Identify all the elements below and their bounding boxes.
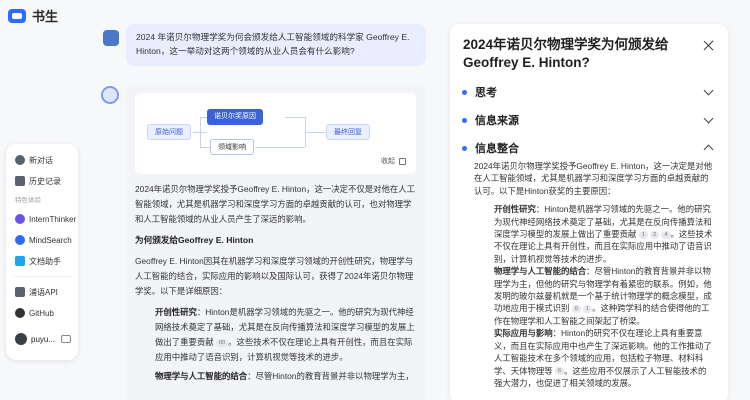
logo-icon [8,8,26,23]
nav-github-label: GitHub [29,308,54,318]
nav-mind-search[interactable]: MindSearch [11,230,73,250]
citation-badge[interactable]: 4 [661,230,671,239]
collapse-label: 收起 [381,158,395,165]
avatar [15,333,27,345]
nav-history-label: 历史记录 [29,176,61,186]
section-integrate-label: 信息整合 [475,143,519,155]
panel-title: 2024年诺贝尔物理学奖为何颁发给Geoffrey E. Hinton? [463,37,669,70]
nav-mind-search-label: MindSearch [29,235,72,245]
mindmap-connector [255,147,305,148]
mindmap: 原始问题 诺贝尔奖原因 领域影响 最终回复 收起 [135,93,416,174]
app-name: 书生 [32,9,59,24]
integration-content: 2024年诺贝尔物理学奖授予Geoffrey E. Hinton，这一决定是对他… [474,160,714,389]
nav-new-chat[interactable]: 新对话 [11,150,73,170]
fullscreen-icon[interactable] [399,157,406,165]
history-icon [15,176,25,186]
user-name: puyu... [31,334,56,344]
mindmap-connector [285,117,305,118]
mindmap-node-reason[interactable]: 诺贝尔奖原因 [207,109,263,125]
citation-badge[interactable]: 1 [638,230,648,239]
mindmap-connector [200,147,210,148]
nav-section-label: 特色体验 [15,197,41,204]
nav-intern-thinker[interactable]: InternThinker [11,209,77,229]
chevron-down-icon[interactable] [703,85,714,95]
user-message: 2024 年诺贝尔物理学奖为何会颁发给人工智能领域的科学家 Geoffrey E… [126,24,426,66]
citation-badge[interactable]: 1 [583,305,593,314]
side-nav: 新对话 历史记录 特色体验 InternThinker MindSearch 文… [6,144,78,360]
answer-intro: 2024年诺贝尔物理学奖授予Geoffrey E. Hinton，这一决定不仅是… [135,184,415,224]
point-title: 开创性研究 [494,204,536,215]
bullet-dot [462,89,467,95]
mindmap-connector [200,117,207,118]
chevron-down-icon[interactable] [703,113,714,123]
mindmap-node-final[interactable]: 最终回复 [326,124,370,140]
nav-divider [13,276,71,277]
chat-bubble-icon [15,155,25,165]
bullet-dot [462,117,467,123]
mindmap-node-root[interactable]: 原始问题 [147,124,191,140]
point-title: 物理学与人工智能的结合 [494,266,587,277]
nav-api[interactable]: 浦语API [11,282,73,302]
github-icon [15,308,25,318]
detail-panel: 2024年诺贝尔物理学奖为何颁发给Geoffrey E. Hinton? 思考 … [450,24,728,400]
mind-search-icon [15,235,25,245]
nav-user[interactable]: puyu... [11,329,73,349]
point-title: 实际应用与影响 [494,328,553,339]
section-integrate[interactable]: 信息整合 [462,138,716,158]
user-avatar [103,30,119,46]
section-source[interactable]: 信息来源 [462,110,716,130]
api-icon [15,287,25,297]
nav-doc-assistant[interactable]: 文档助手 [11,251,73,271]
answer-point: 物理学与人工智能的结合：尽管Hinton的教育背景并非以物理学为主， [135,369,417,384]
citation-badge[interactable]: 6 [554,367,565,376]
mindmap-collapse-button[interactable]: 收起 [381,156,406,166]
bullet-dot [462,145,467,151]
point-title: 开创性研究 [155,307,197,317]
citation-badge[interactable]: 2 [650,230,660,239]
nav-new-chat-label: 新对话 [29,155,53,165]
mindmap-connector [200,117,201,147]
point-title: 物理学与人工智能的结合 [155,371,248,381]
intern-thinker-icon [15,214,25,224]
section-think[interactable]: 思考 [462,82,716,102]
nav-intern-thinker-label: InternThinker [29,214,77,224]
ai-answer: 2024年诺贝尔物理学奖授予Geoffrey E. Hinton，这一决定不仅是… [135,182,417,384]
integration-intro: 2024年诺贝尔物理学奖授予Geoffrey E. Hinton，这一决定是对他… [474,161,713,196]
section-source-label: 信息来源 [475,115,519,127]
app-logo[interactable]: 书生 [8,6,58,25]
document-icon [15,256,25,266]
close-icon[interactable] [703,40,714,51]
ai-avatar [101,86,119,104]
nav-history[interactable]: 历史记录 [11,171,73,191]
section-think-label: 思考 [475,87,497,99]
mindmap-node-impact[interactable]: 领域影响 [210,139,254,155]
citation-badge[interactable]: 00 [215,338,229,347]
citation-badge[interactable]: 0 [571,305,581,314]
answer-paragraph: Geoffrey E. Hinton因其在机器学习和深度学习领域的开创性研究，物… [135,256,414,296]
nav-doc-assistant-label: 文档助手 [29,256,61,266]
nav-github[interactable]: GitHub [11,303,73,323]
answer-heading: 为何颁发给Geoffrey E. Hinton [135,235,254,245]
chevron-up-icon[interactable] [703,144,714,155]
point-text: ：尽管Hinton的教育背景并非以物理学为主， [247,371,414,381]
answer-point: 开创性研究：Hinton是机器学习领域的先驱之一。他的研究为现代神经网络技术奠定… [135,305,417,365]
nav-api-label: 浦语API [29,287,58,297]
sidebar-toggle-icon[interactable] [61,335,71,343]
integration-point: 开创性研究：Hinton是机器学习领域的先驱之一。他的研究为现代神经网络技术奠定… [474,203,714,389]
mindmap-connector [305,132,326,133]
